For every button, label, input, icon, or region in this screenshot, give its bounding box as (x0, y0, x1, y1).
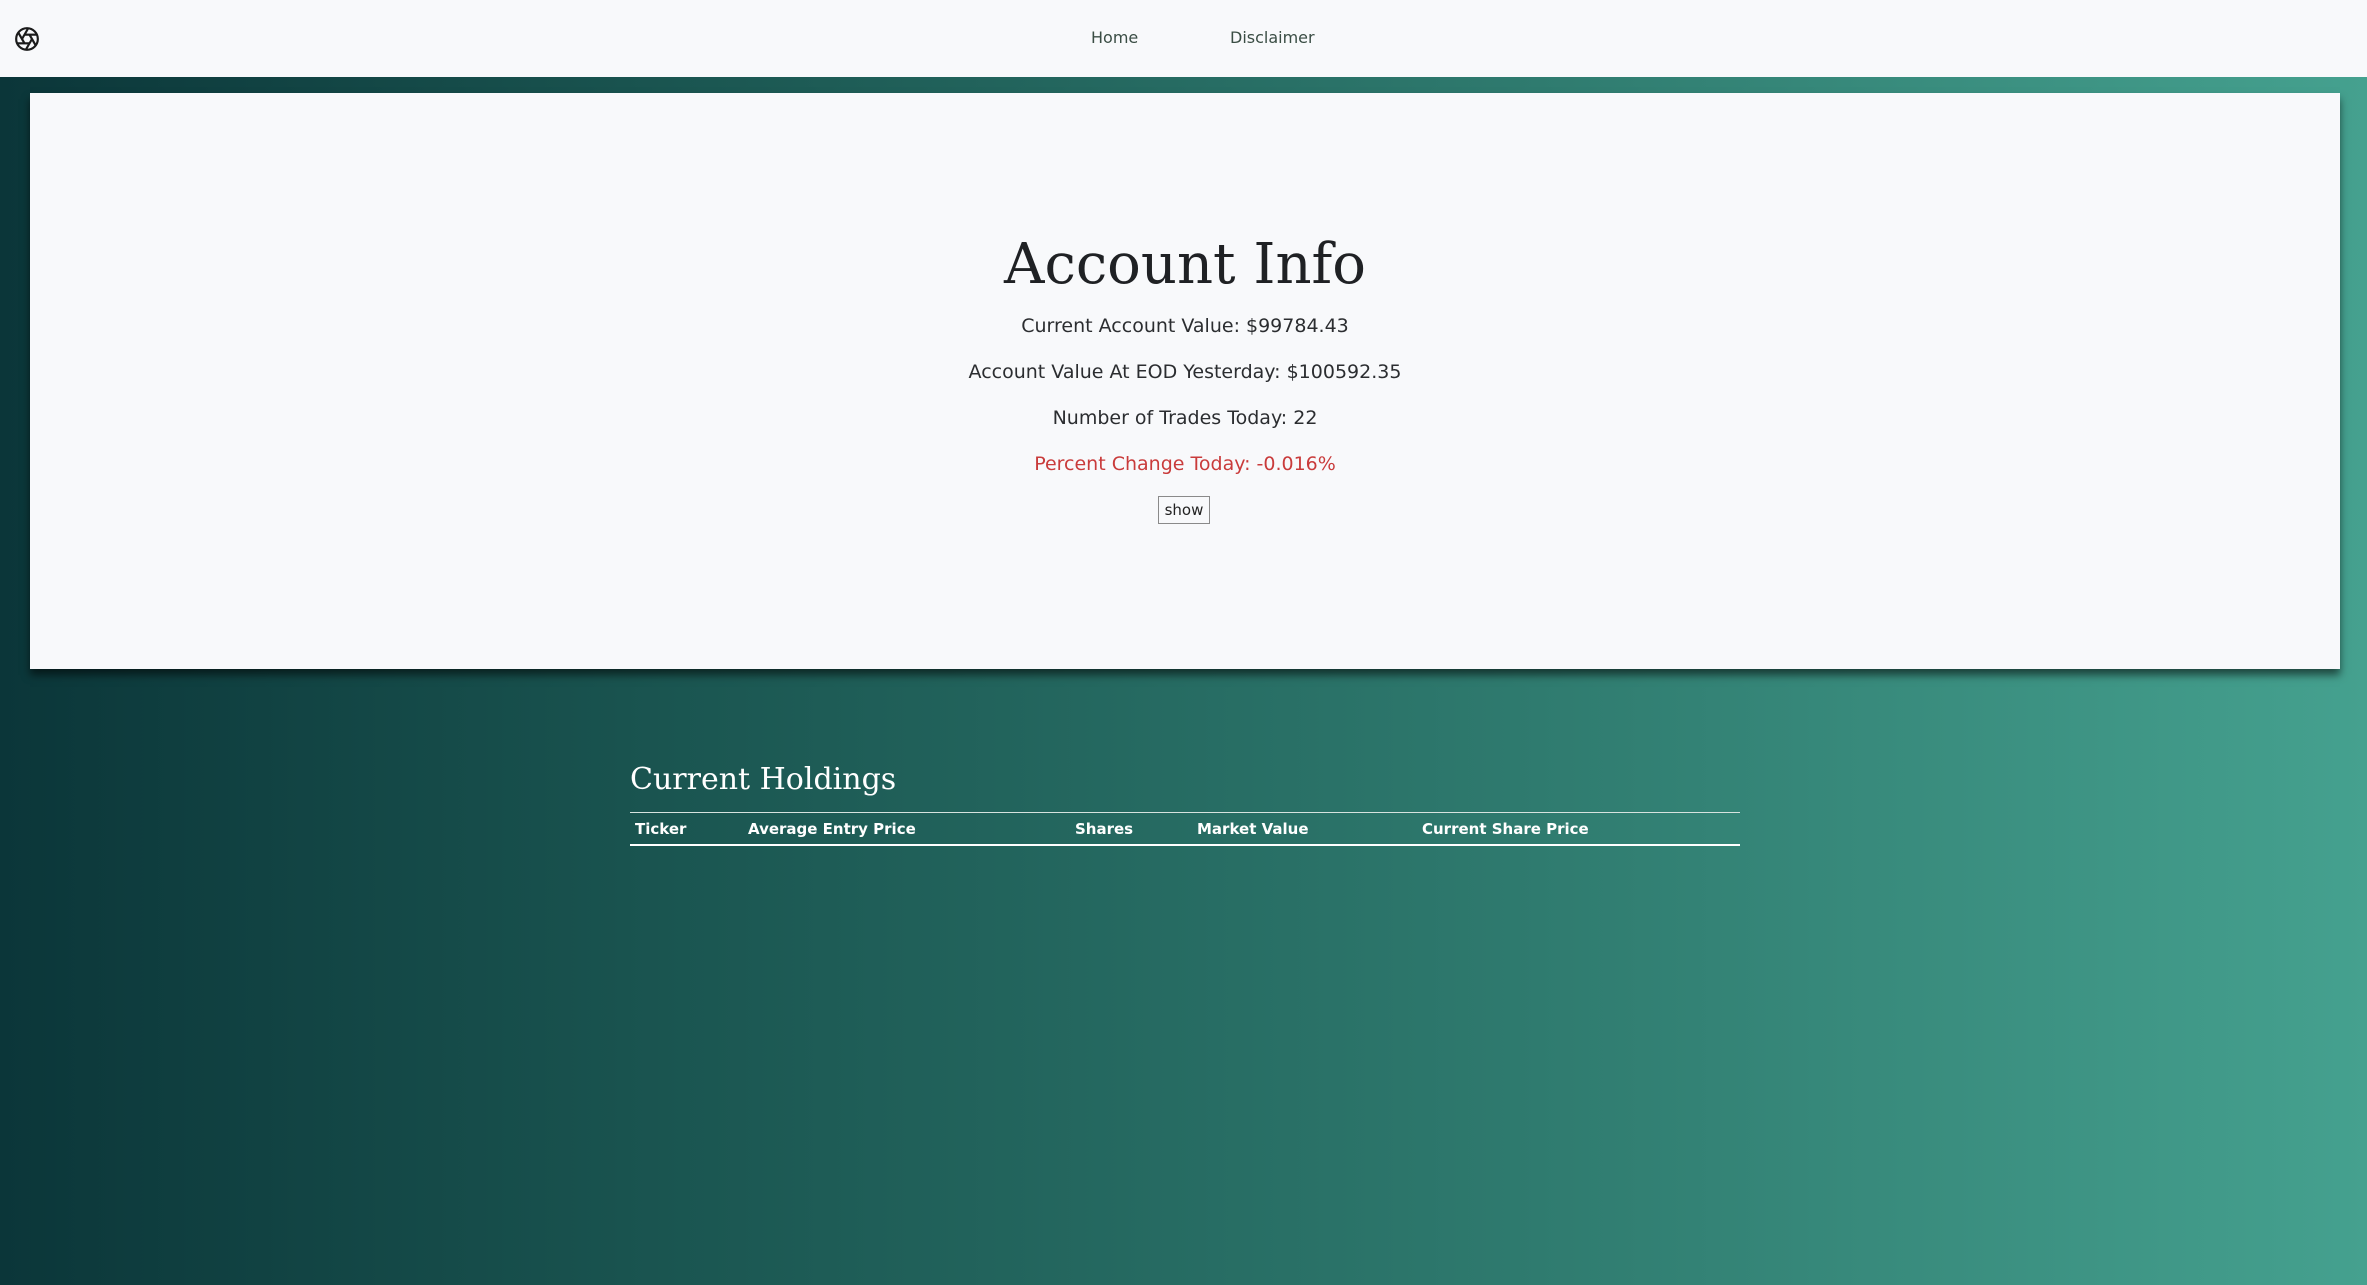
column-header-current-share-price[interactable]: Current Share Price (1417, 813, 1740, 846)
holdings-table: Ticker Average Entry Price Shares Market… (630, 812, 1740, 846)
aperture-icon[interactable] (14, 26, 40, 52)
top-navbar: Home Disclaimer (0, 0, 2367, 77)
current-holdings-section: Current Holdings Ticker Average Entry Pr… (630, 762, 1740, 846)
column-header-average-entry-price[interactable]: Average Entry Price (743, 813, 1070, 846)
nav-link-disclaimer[interactable]: Disclaimer (1230, 28, 1315, 47)
current-account-value: Current Account Value: $99784.43 (1021, 315, 1349, 337)
holdings-header-row: Ticker Average Entry Price Shares Market… (630, 813, 1740, 846)
current-holdings-title: Current Holdings (630, 762, 897, 797)
nav-link-home[interactable]: Home (1091, 28, 1138, 47)
trades-today-count: Number of Trades Today: 22 (1052, 407, 1318, 429)
percent-change-today: Percent Change Today: -0.016% (1034, 453, 1336, 475)
account-info-card: Account Info Current Account Value: $997… (30, 93, 2340, 669)
account-info-title: Account Info (1004, 232, 1366, 297)
show-button[interactable]: show (1158, 496, 1210, 524)
column-header-ticker[interactable]: Ticker (630, 813, 743, 846)
column-header-shares[interactable]: Shares (1070, 813, 1192, 846)
column-header-market-value[interactable]: Market Value (1192, 813, 1417, 846)
eod-account-value: Account Value At EOD Yesterday: $100592.… (968, 361, 1402, 383)
